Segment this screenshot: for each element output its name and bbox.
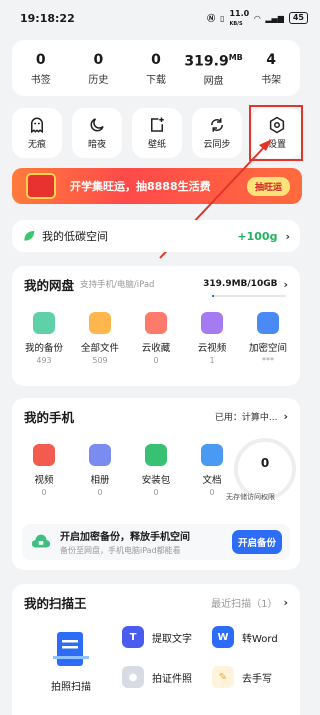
document-scan-icon <box>53 632 89 666</box>
netdisk-card: 我的网盘 支持手机/电脑/iPad 319.9MB/10GB › 我的备份 493… <box>12 266 300 386</box>
netdisk-item[interactable]: 加密空间 *** <box>240 312 296 365</box>
cloud-sync-button[interactable]: 云同步 <box>192 108 242 158</box>
phone-grid: 视频 0 相册 0 安装包 0 文档 0 <box>26 444 230 497</box>
phone-header[interactable]: 我的手机 已用：计算中... › <box>12 398 300 434</box>
enable-backup-button[interactable]: 开启备份 <box>231 530 282 554</box>
stat-netdisk[interactable]: 319.9MB 网盘 <box>184 49 242 88</box>
banner-button[interactable]: 抽旺运 <box>246 177 290 196</box>
network-speed: 11.0 KB/S <box>229 9 250 27</box>
ghost-icon <box>31 117 43 134</box>
phone-item[interactable]: 文档 0 <box>194 444 230 497</box>
stat-history[interactable]: 0 历史 <box>70 51 126 86</box>
folder-icon <box>201 312 223 334</box>
id-photo-button[interactable]: ● 拍证件照 <box>122 666 192 688</box>
wallpaper-button[interactable]: 壁纸 <box>132 108 182 158</box>
wallpaper-icon <box>151 117 164 132</box>
chevron-right-icon: › <box>283 277 288 291</box>
extract-text-button[interactable]: T 提取文字 <box>122 626 192 648</box>
settings-highlight-box <box>249 105 303 161</box>
sync-icon <box>211 118 223 132</box>
remove-handwriting-button[interactable]: ✎ 去手写 <box>212 666 272 688</box>
leaf-icon <box>24 230 35 241</box>
phone-item[interactable]: 安装包 0 <box>138 444 174 497</box>
stats-card: 0 书签 0 历史 0 下载 319.9MB 网盘 4 书架 <box>12 40 300 96</box>
stat-downloads[interactable]: 0 下载 <box>128 51 184 86</box>
storage-gauge: 0 <box>234 438 296 500</box>
chevron-right-icon: › <box>283 409 288 423</box>
folder-icon <box>145 312 167 334</box>
netdisk-item[interactable]: 云视频 1 <box>184 312 240 365</box>
status-icons: Ⓝ ▯ 11.0 KB/S ◠ ▂▄▆ 45 <box>207 9 308 27</box>
phone-item[interactable]: 相册 0 <box>82 444 118 497</box>
wifi-icon: ◠ <box>254 13 261 23</box>
status-bar: 19:18:22 Ⓝ ▯ 11.0 KB/S ◠ ▂▄▆ 45 <box>0 0 320 36</box>
file-type-icon <box>201 444 223 466</box>
folder-icon <box>89 312 111 334</box>
file-type-icon <box>33 444 55 466</box>
file-type-icon <box>145 444 167 466</box>
vibrate-icon: ▯ <box>220 13 225 23</box>
nfc-icon: Ⓝ <box>207 13 216 23</box>
cloud-lock-icon <box>31 534 51 548</box>
backup-banner[interactable]: 开启加密备份，释放手机空间 备份至网盘，手机电脑iPad都能看 开启备份 <box>22 524 290 560</box>
chevron-right-icon: › <box>283 595 288 609</box>
file-type-icon <box>89 444 111 466</box>
pen-icon: ✎ <box>212 666 234 688</box>
low-carbon-row[interactable]: 我的低碳空间 +100g › <box>12 220 300 252</box>
netdisk-item[interactable]: 云收藏 0 <box>128 312 184 365</box>
promo-banner[interactable]: 开学集旺运，抽8888生活费 抽旺运 <box>12 168 302 204</box>
text-icon: T <box>122 626 144 648</box>
to-word-button[interactable]: W 转Word <box>212 626 278 648</box>
netdisk-item[interactable]: 我的备份 493 <box>16 312 72 365</box>
gauge-label: 无存储访问权限 <box>226 493 275 501</box>
incognito-button[interactable]: 无痕 <box>12 108 62 158</box>
scanner-card: 我的扫描王 最近扫描（1） › 拍照扫描 T 提取文字 W 转Word ● 拍证… <box>12 584 300 715</box>
phone-item[interactable]: 视频 0 <box>26 444 62 497</box>
night-mode-button[interactable]: 暗夜 <box>72 108 122 158</box>
stat-bookmarks[interactable]: 0 书签 <box>13 51 69 86</box>
battery-icon: 45 <box>288 12 308 24</box>
scanner-header[interactable]: 我的扫描王 最近扫描（1） › <box>12 584 300 620</box>
chevron-right-icon: › <box>285 229 290 243</box>
signal-icon: ▂▄▆ <box>265 13 284 23</box>
phone-card: 我的手机 已用：计算中... › 视频 0 相册 0 安装包 0 文档 0 0 无存储访问权限… <box>12 398 300 570</box>
person-icon: ● <box>122 666 144 688</box>
gift-icon <box>26 173 56 199</box>
storage-progress-bar <box>212 295 286 297</box>
status-time: 19:18:22 <box>20 11 75 25</box>
moon-icon <box>90 118 104 132</box>
photo-scan-button[interactable]: 拍照扫描 <box>40 630 102 693</box>
stat-bookshelf[interactable]: 4 书架 <box>243 51 299 86</box>
netdisk-item[interactable]: 全部文件 509 <box>72 312 128 365</box>
word-icon: W <box>212 626 234 648</box>
netdisk-grid: 我的备份 493 全部文件 509 云收藏 0 云视频 1 加密空间 *** <box>12 302 300 365</box>
folder-icon <box>257 312 279 334</box>
folder-icon <box>33 312 55 334</box>
